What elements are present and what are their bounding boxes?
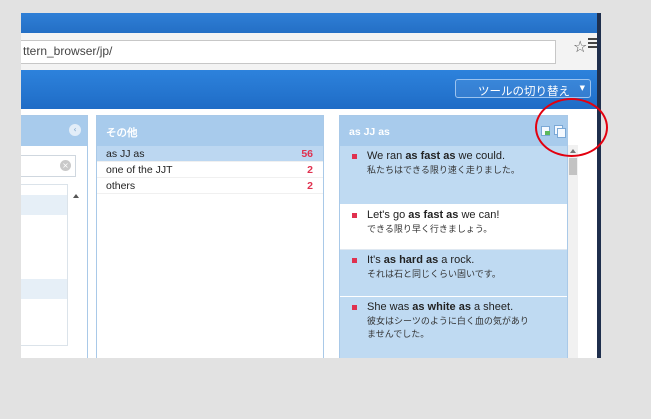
clear-icon[interactable]: × [60,160,71,171]
tool-switch-label: ツールの切り替え [478,86,570,98]
right-panel-header: as JJ as [340,116,567,146]
content-area: ‹ × その他 as JJ as 56 one of the JJT 2 oth… [21,109,600,358]
list-item[interactable] [21,195,67,215]
example-japanese: できる限り早く行きましょう。 [367,225,493,235]
scroll-up-icon[interactable] [73,194,79,198]
example-japanese: 私たちはできる限り速く走りました。 [367,166,520,176]
pattern-item-others[interactable]: others 2 [97,178,323,194]
bullet-icon [352,213,357,218]
scrollbar-thumb[interactable] [569,158,577,175]
address-bar-text: ttern_browser/jp/ [23,44,113,58]
collapse-icon[interactable]: ‹ [69,124,81,136]
tool-switch-dropdown[interactable]: ツールの切り替え ▼ [455,79,591,98]
left-panel: ‹ × [21,115,88,358]
right-panel-title: as JJ as [349,126,390,138]
pattern-item-as-jj-as[interactable]: as JJ as 56 [97,146,323,162]
example-english: We ran as fast as we could. [367,150,505,162]
pattern-count: 56 [301,148,313,160]
pattern-count: 2 [307,180,313,192]
window-edge [597,13,601,358]
example-item[interactable]: It's as hard as a rock. それは石と同じくらい固いです。 [340,250,567,297]
right-panel: as JJ as We ran as fast as we could. 私たち… [339,115,568,358]
window-title-strip [21,13,600,33]
bullet-icon [352,154,357,159]
example-japanese: 彼女はシーツのように白く血の気がありませんでした。 [367,317,529,340]
address-bar[interactable]: ttern_browser/jp/ [21,40,556,64]
pattern-count: 2 [307,164,313,176]
example-english: She was as white as a sheet. [367,301,514,313]
example-japanese: それは石と同じくらい固いです。 [367,270,501,280]
app-toolbar: ツールの切り替え ▼ [21,70,600,109]
pattern-list: as JJ as 56 one of the JJT 2 others 2 [97,146,323,194]
browser-window: ttern_browser/jp/ ☆ ツールの切り替え ▼ ‹ × その他 a… [21,13,600,358]
bullet-icon [352,258,357,263]
browser-chrome: ttern_browser/jp/ [21,33,600,71]
left-list [21,184,68,346]
chevron-down-icon: ▼ [579,84,585,92]
middle-panel-header: その他 [97,116,323,146]
pattern-label: others [106,180,136,192]
pattern-item-one-of-the-jjt[interactable]: one of the JJT 2 [97,162,323,178]
pattern-label: one of the JJT [106,164,173,176]
example-scrollbar[interactable] [568,145,578,358]
example-english: It's as hard as a rock. [367,254,475,266]
example-item[interactable]: She was as white as a sheet. 彼女はシーツのように白… [340,297,567,358]
list-item[interactable] [21,279,67,299]
left-panel-header: ‹ [21,116,87,146]
example-item[interactable]: Let's go as fast as we can! できる限り早く行きましょ… [340,205,567,250]
bullet-icon [352,305,357,310]
left-search-input[interactable]: × [21,155,76,177]
pattern-label: as JJ as [106,148,145,160]
example-english: Let's go as fast as we can! [367,209,500,221]
example-list: We ran as fast as we could. 私たちはできる限り速く走… [340,146,567,358]
middle-panel: その他 as JJ as 56 one of the JJT 2 others … [96,115,324,358]
highlight-circle [535,98,608,157]
middle-panel-title: その他 [106,127,138,139]
example-item[interactable]: We ran as fast as we could. 私たちはできる限り速く走… [340,146,567,205]
